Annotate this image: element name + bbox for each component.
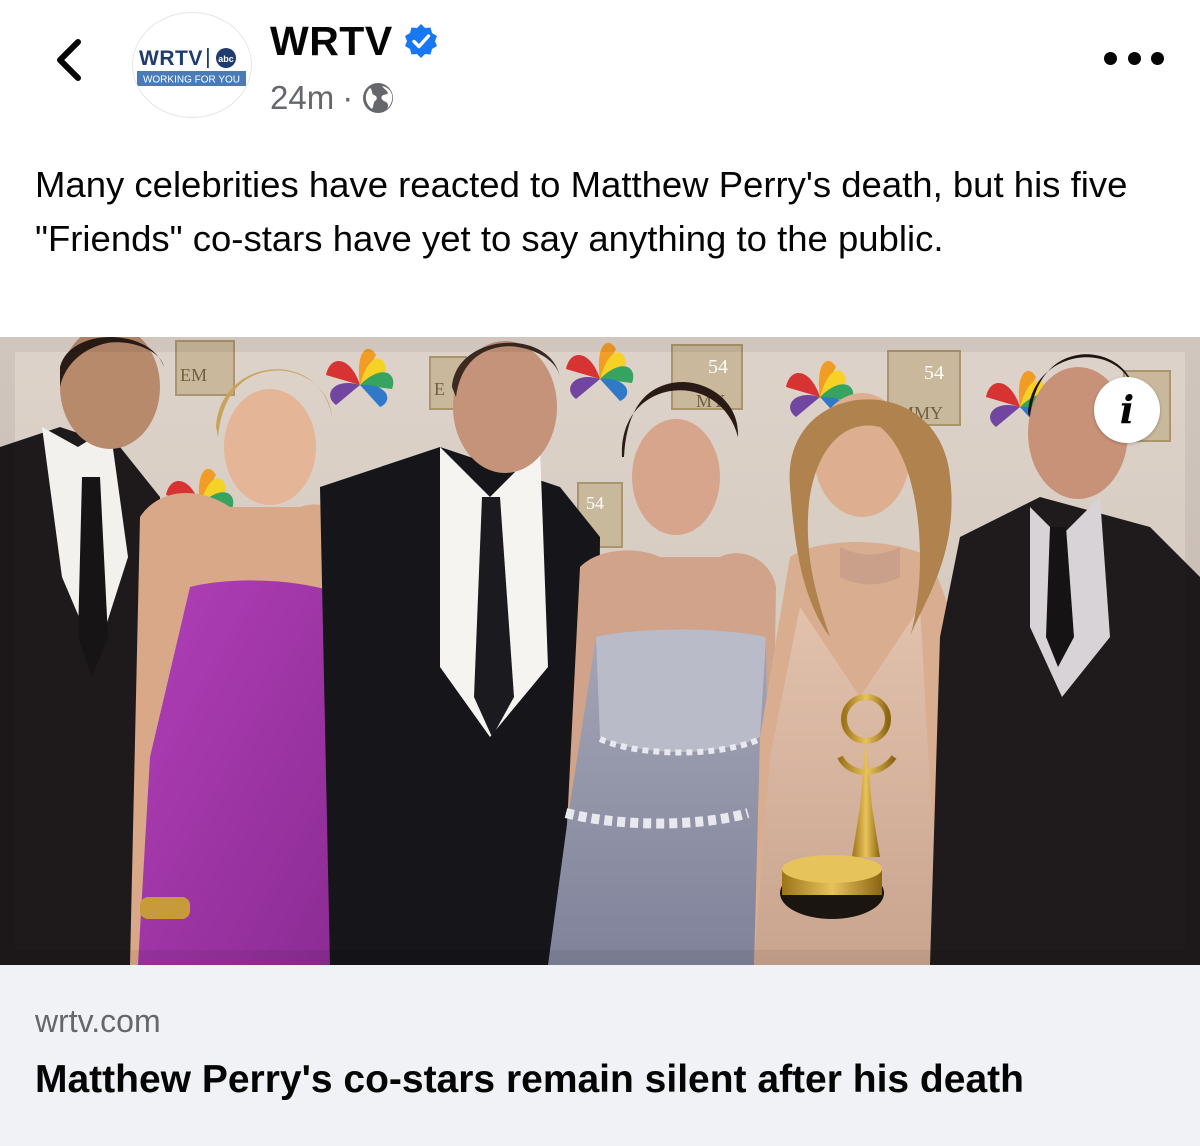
svg-text:54: 54 [924,362,944,384]
svg-text:WRTV: WRTV [139,47,203,70]
more-options-dot [1127,51,1141,65]
meta-separator: · [342,79,354,116]
svg-text:abc: abc [218,54,234,64]
chevron-left-icon [57,39,81,81]
page-avatar[interactable]: WRTV abc WORKING FOR YOU [133,13,251,117]
page-name-row: WRTV [270,14,439,68]
more-options-dot [1151,51,1164,65]
post-text: Many celebrities have reacted to Matthew… [35,164,1128,259]
link-preview-card[interactable]: EM E 54 MY 54 MMY 54 i wrtv.com Matthew … [0,337,1200,1146]
globe-icon [361,81,395,115]
link-preview-meta[interactable]: wrtv.com Matthew Perry's co-stars remain… [0,965,1200,1146]
photo-scene: EM E 54 MY 54 MMY 54 [0,337,1200,965]
svg-text:54: 54 [708,356,728,378]
post-meta: 24m · [270,76,395,120]
svg-text:E: E [434,379,445,399]
more-options-button[interactable] [1104,40,1164,76]
post-header: WRTV abc WORKING FOR YOU WRTV 24m · [0,0,1200,140]
link-preview-photo[interactable]: EM E 54 MY 54 MMY 54 i [0,337,1200,965]
post-timestamp[interactable]: 24m [270,79,334,117]
page-name[interactable]: WRTV [270,18,393,65]
info-button[interactable]: i [1094,377,1160,443]
more-options-dot [1104,51,1117,65]
wrtv-logo: WRTV abc WORKING FOR YOU [137,47,246,86]
back-button[interactable] [40,30,96,90]
svg-text:54: 54 [586,493,604,513]
info-icon: i [1119,387,1135,432]
verified-badge-icon [403,23,439,59]
link-domain: wrtv.com [35,1003,161,1039]
svg-text:WORKING FOR YOU: WORKING FOR YOU [143,75,240,86]
svg-text:EM: EM [180,365,207,385]
link-title[interactable]: Matthew Perry's co-stars remain silent a… [35,1055,1175,1105]
